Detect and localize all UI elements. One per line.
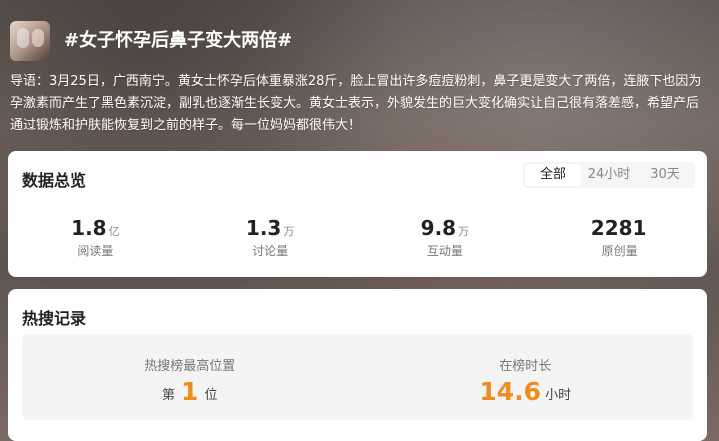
duration-block: 在榜时长 14.6 小时 <box>358 334 694 420</box>
stat-read-unit: 亿 <box>108 225 120 238</box>
stat-discussion-value-row: 1.3 万 <box>183 218 358 238</box>
duration-unit: 小时 <box>545 388 572 403</box>
stat-original-value-row: 2281 <box>532 218 707 238</box>
topic-avatar <box>10 21 50 61</box>
hot-search-title: 热搜记录 <box>22 309 87 328</box>
topic-header: #女子怀孕后鼻子变大两倍# <box>10 21 292 61</box>
stat-read-value-row: 1.8 亿 <box>8 218 183 238</box>
stat-read-label: 阅读量 <box>77 244 114 258</box>
stat-read: 1.8 亿 阅读量 <box>8 218 183 259</box>
stat-original-value: 2281 <box>590 216 647 240</box>
stat-read-value: 1.8 <box>71 216 107 240</box>
stat-original: 2281 原创量 <box>532 218 707 259</box>
stat-interaction-unit: 万 <box>458 225 470 238</box>
tab-all[interactable]: 全部 <box>525 164 581 186</box>
time-range-tabs: 全部 24小时 30天 <box>523 162 695 188</box>
stat-interaction-value-row: 9.8 万 <box>358 218 533 238</box>
peak-position-block: 热搜榜最高位置 第 1 位 <box>22 334 358 420</box>
topic-intro: 导语：3月25日，广西南宁。黄女士怀孕后体重暴涨28斤，脸上冒出许多痘痘粉刺，鼻… <box>10 74 702 133</box>
stat-original-label: 原创量 <box>601 244 638 258</box>
duration-caption: 在榜时长 <box>499 359 552 374</box>
peak-position-suffix: 位 <box>204 388 218 403</box>
data-overview-title: 数据总览 <box>22 171 87 190</box>
hot-search-card: 热搜记录 热搜榜最高位置 第 1 位 在榜时长 14.6 小时 <box>8 289 707 441</box>
stat-interaction-value: 9.8 <box>420 216 457 240</box>
peak-position-prefix: 第 <box>162 388 176 403</box>
stat-discussion: 1.3 万 讨论量 <box>183 218 358 259</box>
stat-discussion-label: 讨论量 <box>252 244 289 258</box>
data-overview-card: 数据总览 全部 24小时 30天 1.8 亿 阅读量 1.3 万 讨论量 9.8… <box>8 151 707 277</box>
stat-discussion-unit: 万 <box>283 225 295 238</box>
topic-title: #女子怀孕后鼻子变大两倍# <box>64 30 293 51</box>
duration-value-row: 14.6 小时 <box>358 379 694 404</box>
peak-position-value: 1 <box>181 377 199 406</box>
tab-30d[interactable]: 30天 <box>637 164 693 186</box>
stat-discussion-value: 1.3 <box>245 216 282 240</box>
peak-position-value-row: 第 1 位 <box>22 379 358 404</box>
stat-interaction: 9.8 万 互动量 <box>358 218 533 259</box>
overview-stats: 1.8 亿 阅读量 1.3 万 讨论量 9.8 万 互动量 2281 原创量 <box>8 218 707 259</box>
tab-24h[interactable]: 24小时 <box>581 164 637 186</box>
duration-value: 14.6 <box>479 377 542 406</box>
peak-position-caption: 热搜榜最高位置 <box>144 359 236 374</box>
stat-interaction-label: 互动量 <box>426 244 463 258</box>
hot-search-summary: 热搜榜最高位置 第 1 位 在榜时长 14.6 小时 <box>22 334 693 420</box>
